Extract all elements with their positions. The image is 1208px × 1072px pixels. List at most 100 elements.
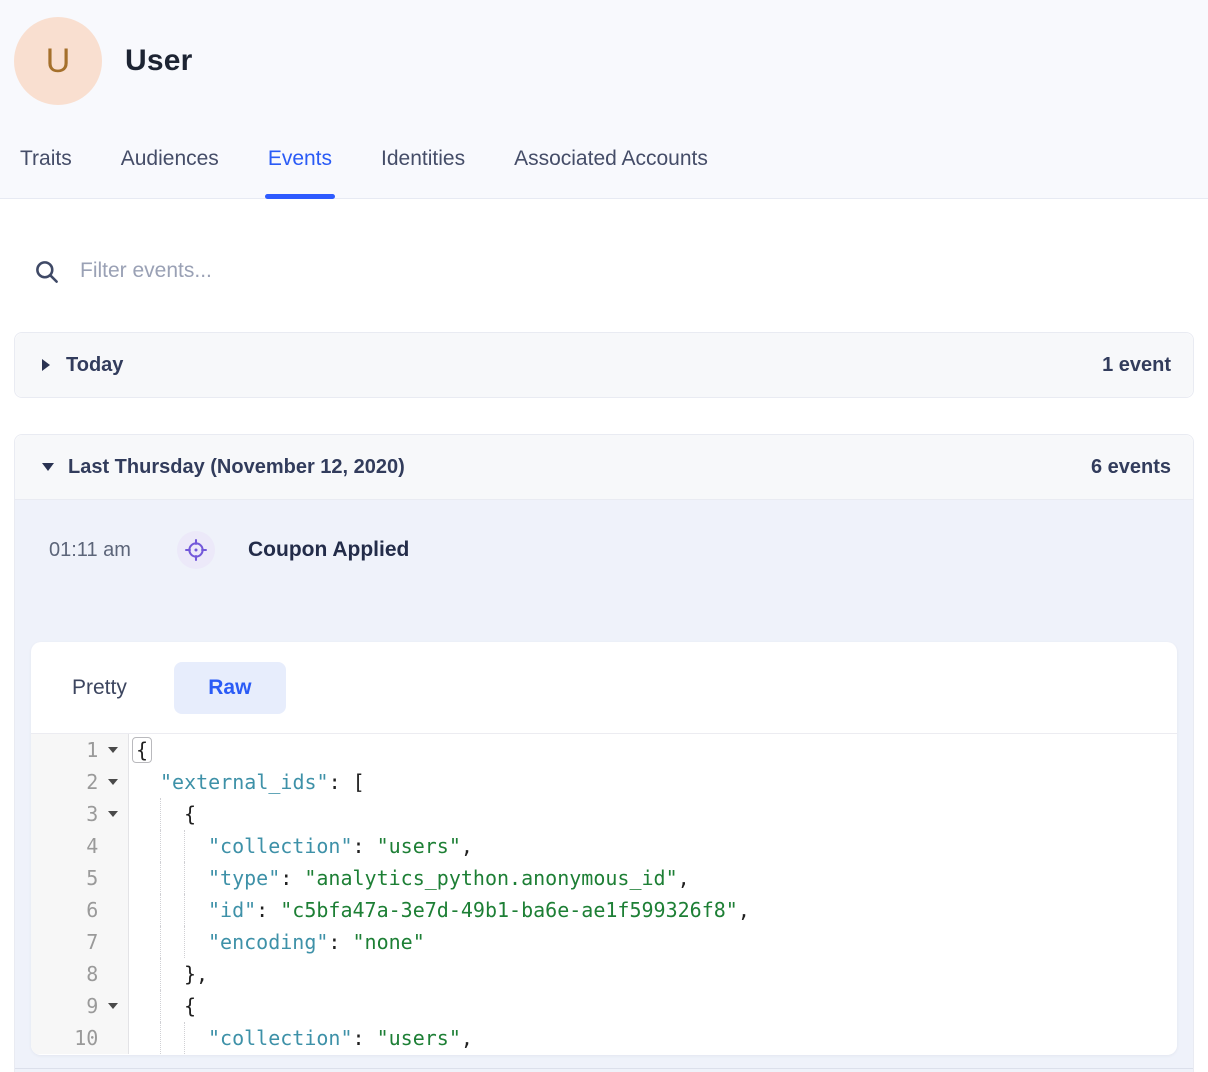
code-token: }, [184,962,208,986]
event-group-last-thursday-header[interactable]: Last Thursday (November 12, 2020) 6 even… [15,435,1193,500]
fold-toggle[interactable] [98,779,128,785]
event-time: 01:11 am [49,539,177,562]
code-text: { [129,990,196,1022]
indent-guide [160,926,184,958]
search-icon [33,258,60,285]
tab-events[interactable]: Events [268,147,332,198]
payload-view-toggle: Pretty Raw [31,642,1177,734]
code-token: , [738,898,750,922]
code-token: : [353,1026,377,1050]
indent-guide [160,894,184,926]
code-text: "id": "c5bfa47a-3e7d-49b1-ba6e-ae1f59932… [129,894,750,926]
code-token: , [461,834,473,858]
line-number: 8 [31,962,98,986]
code-line: 1{ [31,734,1177,766]
indent-space [136,798,160,830]
code-token: { [184,994,196,1018]
tab-identities[interactable]: Identities [381,147,465,198]
event-icon-badge [177,531,215,569]
event-group-content: 01:11 am Coupon Applied Pretty Raw 1{2"e… [15,500,1193,1072]
code-text: "external_ids": [ [129,766,365,798]
code-token: "collection" [208,834,353,858]
indent-guide [160,990,184,1022]
target-icon [183,537,209,563]
code-token: "users" [377,834,461,858]
code-token: : [ [329,770,365,794]
raw-tab[interactable]: Raw [174,662,286,714]
indent-guide [184,830,208,862]
filter-row [0,199,1208,293]
code-token: , [678,866,690,890]
code-line: 8}, [31,958,1177,990]
code-token: , [461,1026,473,1050]
line-number: 5 [31,866,98,890]
filter-events-input[interactable] [80,259,780,283]
fold-caret-icon [108,779,118,785]
indent-guide [160,830,184,862]
event-group-today-header[interactable]: Today 1 event [15,333,1193,397]
code-line: 4 "collection": "users", [31,830,1177,862]
code-token: "collection" [208,1026,353,1050]
fold-toggle[interactable] [98,1003,128,1009]
code-text: "collection": "users", [129,1022,473,1054]
gutter-cell: 6 [31,894,129,926]
code-text: { [129,798,196,830]
indent-space [136,862,160,894]
indent-space [136,958,160,990]
indent-space [136,894,160,926]
indent-guide [160,958,184,990]
code-token: "external_ids" [160,770,329,794]
gutter-cell: 7 [31,926,129,958]
code-text: }, [129,958,208,990]
fold-caret-icon [108,811,118,817]
code-token: : [256,898,280,922]
indent-space [136,1022,160,1054]
code-token: "type" [208,866,280,890]
indent-space [136,766,160,798]
indent-guide [160,862,184,894]
indent-guide [184,926,208,958]
code-token: "id" [208,898,256,922]
pretty-tab[interactable]: Pretty [72,676,127,700]
fold-toggle[interactable] [98,747,128,753]
tab-traits[interactable]: Traits [20,147,72,198]
code-line: 10"collection": "users", [31,1022,1177,1054]
code-token: { [184,802,196,826]
code-token: "analytics_python.anonymous_id" [304,866,677,890]
avatar: U [14,17,102,105]
group-label: Last Thursday (November 12, 2020) [68,456,405,479]
line-number: 9 [31,994,98,1018]
avatar-letter: U [46,42,71,81]
tab-associated-accounts[interactable]: Associated Accounts [514,147,708,198]
code-token: "c5bfa47a-3e7d-49b1-ba6e-ae1f599326f8" [280,898,738,922]
event-divider [15,1068,1193,1069]
indent-guide [184,894,208,926]
fold-toggle[interactable] [98,811,128,817]
tab-audiences[interactable]: Audiences [121,147,219,198]
indent-guide [184,862,208,894]
profile-tabs: Traits Audiences Events Identities Assoc… [0,147,1208,198]
indent-space [136,830,160,862]
event-group-last-thursday: Last Thursday (November 12, 2020) 6 even… [14,434,1194,1072]
group-label: Today [66,354,123,377]
code-line: 9{ [31,990,1177,1022]
line-number: 4 [31,834,98,858]
gutter-cell: 4 [31,830,129,862]
code-line: 3{ [31,798,1177,830]
code-token: : [353,834,377,858]
gutter-cell: 5 [31,862,129,894]
group-event-count: 6 events [1091,456,1171,479]
profile-header: U User [0,0,1208,105]
code-line: 5 "type": "analytics_python.anonymous_id"… [31,862,1177,894]
event-row-coupon-applied[interactable]: 01:11 am Coupon Applied [15,500,1193,570]
indent-guide [160,798,184,830]
fold-caret-icon [108,747,118,753]
indent-space [136,990,160,1022]
code-token: "encoding" [208,930,328,954]
line-number: 3 [31,802,98,826]
group-event-count: 1 event [1102,354,1171,377]
code-line: 6"id": "c5bfa47a-3e7d-49b1-ba6e-ae1f5993… [31,894,1177,926]
code-text: "type": "analytics_python.anonymous_id", [129,862,690,894]
code-text: "collection": "users", [129,830,473,862]
code-token: { [132,737,152,763]
